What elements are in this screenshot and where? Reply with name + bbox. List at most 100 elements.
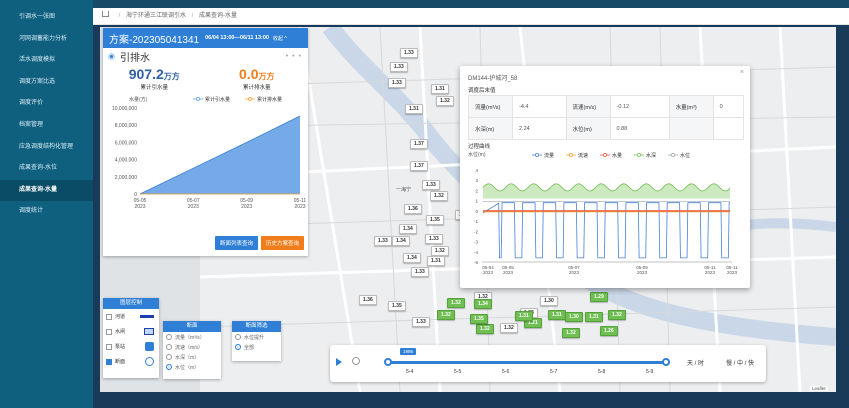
history-scheme-query-button[interactable]: 历史方案查询	[260, 236, 304, 250]
section-water-level-tag[interactable]: 1.33	[388, 78, 406, 88]
layer-checkbox[interactable]	[106, 313, 112, 320]
river-symbol-icon	[140, 315, 154, 318]
scheme-id: 方案-202305041341	[109, 34, 200, 46]
filter-option[interactable]: 全部	[232, 342, 281, 352]
sidebar-item[interactable]: 成果查询-水位	[0, 158, 93, 180]
section-water-level-tag[interactable]: 1.34	[399, 224, 417, 234]
section-water-level-tag[interactable]: 1.33	[411, 267, 429, 277]
time-unit-toggle[interactable]: 天 / 时	[687, 358, 704, 367]
section-water-level-tag[interactable]: 1.33	[400, 48, 418, 58]
y-tick-label: 6,000,000	[115, 140, 137, 146]
layer-row-river[interactable]: 河道	[103, 309, 159, 324]
section-water-level-tag-raised[interactable]: 1.30	[565, 312, 583, 322]
layer-checkbox[interactable]	[106, 328, 112, 335]
sidebar-item[interactable]: 河网调蓄能力分析	[0, 29, 93, 51]
section-water-level-tag-raised[interactable]: 1.26	[600, 326, 618, 336]
layer-row-section[interactable]: 断面	[103, 354, 159, 369]
section-water-level-tag-raised[interactable]: 1.35	[470, 314, 488, 324]
section-option[interactable]: 流速（m/s）	[163, 342, 221, 352]
filter-option-label: 水位提升	[244, 334, 265, 341]
section-water-level-tag[interactable]: 1.31	[427, 256, 445, 266]
sidebar-item[interactable]: 调度统计	[0, 201, 93, 223]
layer-row-pump[interactable]: 泵站	[103, 339, 159, 354]
sidebar-item[interactable]: 引调水一张图	[0, 7, 93, 29]
sidebar-item[interactable]: 应急调度结构化管理	[0, 137, 93, 159]
section-water-level-tag[interactable]: 1.34	[392, 236, 410, 246]
section-water-level-tag[interactable]: 1.36	[359, 295, 377, 305]
section-water-level-tag[interactable]: 1.32	[436, 96, 454, 106]
sidebar-item[interactable]: 活水调度模拟	[0, 50, 93, 72]
table-value: 2.24	[512, 117, 567, 140]
section-list-query-button[interactable]: 断面列表查询	[214, 236, 258, 250]
speed-toggle[interactable]: 慢 / 中 / 快	[726, 358, 754, 367]
section-water-level-tag[interactable]: 1.33	[422, 180, 440, 190]
x-tick-label: 05-05 2023	[134, 198, 147, 210]
section-water-level-tag[interactable]: 1.37	[410, 161, 428, 171]
section-water-level-tag[interactable]: 1.33	[390, 62, 408, 72]
section-water-level-tag-raised[interactable]: 1.32	[447, 298, 465, 308]
layer-checkbox[interactable]	[106, 343, 112, 350]
y-tick-label: 1	[475, 199, 478, 204]
section-water-level-tag-raised[interactable]: 1.31	[548, 310, 566, 320]
section-water-level-tag-raised[interactable]: 1.32	[608, 310, 626, 320]
breadcrumb-item[interactable]: 海宁环通三江联调引水	[126, 13, 186, 19]
scheme-header: 方案-202305041341 06/04 13:00—06/11 13:00 …	[103, 28, 308, 48]
stop-icon[interactable]	[352, 357, 360, 365]
section-water-level-tag[interactable]: 1.31	[405, 104, 423, 114]
section-water-level-tag[interactable]: 1.31	[431, 84, 449, 94]
play-icon[interactable]	[336, 358, 342, 366]
breadcrumb: / 海宁环通三江联调引水 / 成果查询-水量	[93, 8, 849, 25]
home-icon[interactable]	[102, 11, 109, 17]
sidebar-item[interactable]: 档案管理	[0, 115, 93, 137]
more-icon[interactable]: • • •	[286, 53, 302, 60]
section-water-level-tag[interactable]: 1.36	[404, 204, 422, 214]
stat-inflow: 907.2万方 累计引水量	[103, 64, 206, 94]
section-water-level-tag[interactable]: 1.32	[500, 323, 518, 333]
filter-option[interactable]: 水位提升	[232, 332, 281, 342]
section-option[interactable]: 水深（m）	[163, 352, 221, 362]
sidebar-item[interactable]: 调度方案比选	[0, 72, 93, 94]
section-option[interactable]: 流量（m³/s）	[163, 332, 221, 342]
timeline-track[interactable]	[384, 358, 670, 366]
section-water-level-tag-raised[interactable]: 1.32	[437, 310, 455, 320]
collapse-toggle[interactable]: 收起 ^	[273, 35, 287, 42]
section-water-level-tag-raised[interactable]: 1.34	[474, 299, 492, 309]
layer-checkbox[interactable]	[106, 358, 112, 365]
section-water-level-tag-raised[interactable]: 1.31	[585, 312, 603, 322]
process-curve-chart: 水位(m) 流量 流速 水量 水深 水位 -5 -4 -3 -2 -1 0 1 2 3 4 05-04 2023 0…	[468, 151, 738, 275]
section-water-level-tag[interactable]: 1.32	[431, 246, 449, 256]
section-popup: DM144-护城河_58 × 调度后末值 流量(m³/s) -4.4 流速(m/…	[460, 66, 750, 288]
close-icon[interactable]: ×	[740, 69, 744, 76]
sidebar-list: 引调水一张图 河网调蓄能力分析 活水调度模拟 调度方案比选 调度评价 档案管理 应急调度结构…	[0, 0, 93, 223]
section-water-level-tag[interactable]: 1.37	[410, 139, 428, 149]
section-water-level-tag[interactable]: 1.35	[426, 215, 444, 225]
timeline-end-handle[interactable]	[662, 358, 670, 366]
section-water-level-tag[interactable]: 1.33	[412, 317, 430, 327]
table-row: 流量(m³/s) -4.4 流速(m/s) -0.12 水量(m³) 0	[468, 95, 745, 118]
section-water-level-tag[interactable]: 1.35	[388, 301, 406, 311]
section-water-level-tag-raised[interactable]: 1.32	[562, 328, 580, 338]
table-value: -0.12	[609, 95, 670, 118]
section-water-level-tag[interactable]: 1.33	[374, 236, 392, 246]
section-water-level-tag-raised[interactable]: 1.31	[515, 311, 533, 321]
legend-marker	[637, 153, 641, 157]
app-root: 引调水一张图 河网调蓄能力分析 活水调度模拟 调度方案比选 调度评价 档案管理 应急调度结构…	[0, 0, 849, 408]
section-option[interactable]: 水位（m）	[163, 362, 221, 372]
filter-panel-title: 断面筛选	[232, 321, 281, 332]
section-water-level-tag-raised[interactable]: 1.29	[590, 292, 608, 302]
table-value	[712, 117, 745, 140]
panel-title: 引排水 • • •	[103, 48, 308, 64]
section-water-level-tag[interactable]: 1.33	[425, 234, 443, 244]
table-key: 水位(m)	[565, 117, 611, 140]
timeline-start-handle[interactable]	[384, 358, 392, 366]
section-water-level-tag-raised[interactable]: 1.32	[476, 324, 494, 334]
section-water-level-tag[interactable]: 1.32	[430, 191, 448, 201]
pump-icon	[145, 342, 154, 351]
sidebar-item[interactable]: 调度评价	[0, 93, 93, 115]
section-water-level-tag[interactable]: 1.30	[540, 296, 558, 306]
layer-row-sluice[interactable]: 水闸	[103, 324, 159, 339]
map-attribution[interactable]: Leaflet	[810, 386, 828, 391]
section-water-level-tag[interactable]: 1.34	[403, 253, 421, 263]
y-tick-label: 4	[475, 168, 478, 173]
sidebar-item[interactable]: 成果查询-水量	[0, 179, 93, 202]
